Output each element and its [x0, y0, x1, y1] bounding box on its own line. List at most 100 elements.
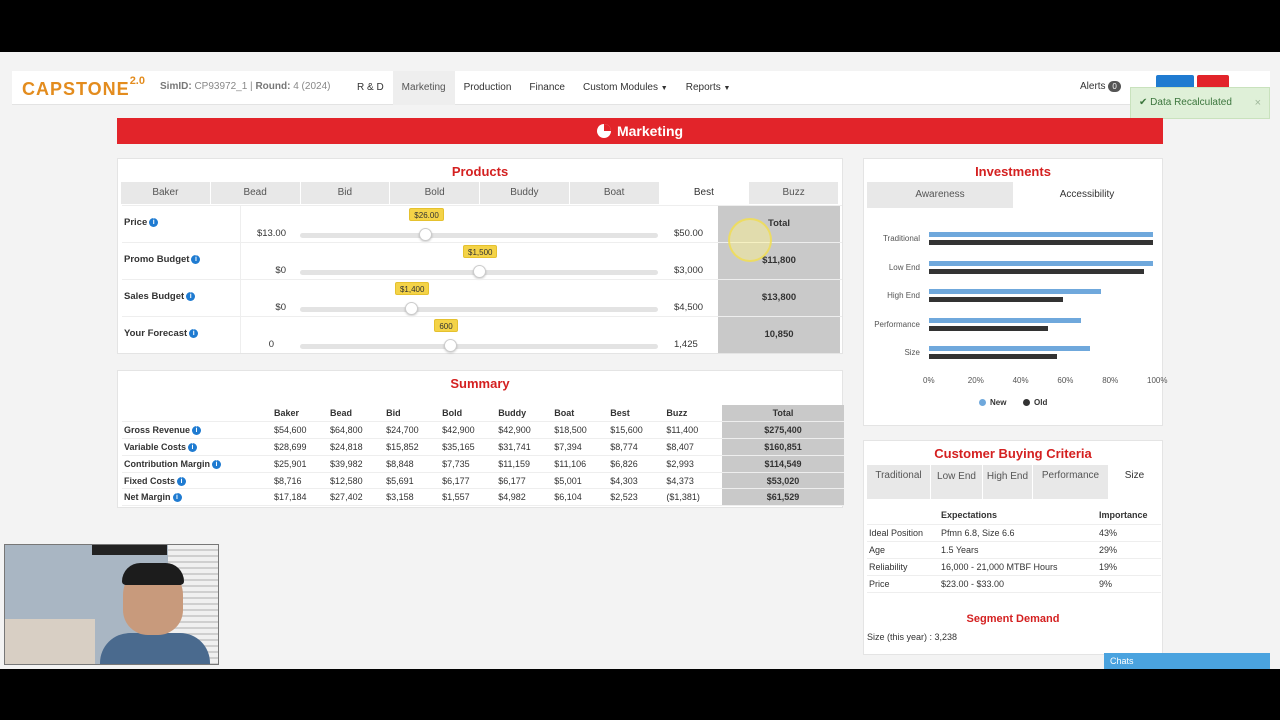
info-icon[interactable]: i — [186, 292, 196, 301]
tab-traditional[interactable]: Traditional — [867, 465, 931, 499]
caret-down-icon: ▼ — [660, 85, 668, 92]
table-cell: $8,774 — [610, 441, 638, 452]
tab-buzz[interactable]: Buzz — [749, 182, 839, 204]
criterion-label: Age — [869, 544, 886, 555]
alerts-label: Alerts — [1080, 81, 1106, 92]
table-cell: $18,500 — [554, 425, 587, 436]
bar-old — [929, 268, 1145, 274]
row-label: Contribution Margin i — [122, 455, 272, 472]
row-label: Gross Revenue i — [122, 422, 272, 439]
row-label: Variable Costs i — [122, 439, 272, 456]
column-header: Bid — [386, 408, 401, 419]
chats-widget[interactable]: Chats — [1104, 653, 1270, 669]
tab-performance[interactable]: Performance — [1033, 465, 1109, 499]
table-cell: $11,106 — [554, 458, 587, 469]
table-cell: $114,549 — [722, 455, 844, 473]
legend-item[interactable]: Old — [1023, 398, 1047, 407]
close-icon[interactable]: × — [1255, 88, 1261, 118]
table-cell: $8,716 — [274, 475, 302, 486]
nav-reports[interactable]: Reports ▼ — [677, 71, 740, 105]
tab-bid[interactable]: Bid — [300, 182, 391, 204]
bar-old — [929, 297, 1064, 302]
info-icon[interactable]: i — [189, 329, 199, 338]
tab-bead[interactable]: Bead — [210, 182, 301, 204]
info-icon[interactable]: i — [211, 459, 221, 469]
table-cell: $24,700 — [386, 425, 419, 436]
bar-old — [929, 354, 1057, 359]
tab-low-end[interactable]: Low End — [931, 465, 983, 499]
table-cell: ($1,381) — [666, 492, 700, 503]
alerts-button[interactable]: Alerts 0 — [1080, 81, 1121, 92]
sales-total: $13,800 — [718, 280, 840, 316]
tab-awareness[interactable]: Awareness — [867, 182, 1014, 208]
criterion-expectation: 1.5 Years — [941, 544, 979, 555]
info-icon[interactable]: i — [192, 426, 202, 436]
info-icon[interactable]: i — [149, 218, 159, 227]
criterion-importance: 19% — [1099, 561, 1118, 572]
tab-size[interactable]: Size — [1109, 465, 1161, 499]
table-cell: $6,826 — [610, 458, 638, 469]
forecast-min: 0 — [268, 339, 274, 350]
info-icon[interactable]: i — [188, 442, 198, 452]
table-cell: $11,159 — [498, 458, 531, 469]
sales-slider-thumb[interactable] — [404, 302, 418, 315]
info-icon[interactable]: i — [177, 476, 187, 486]
bar-new — [929, 232, 1153, 237]
nav-production[interactable]: Production — [455, 71, 521, 105]
tab-baker[interactable]: Baker — [121, 182, 211, 204]
table-row: Price $23.00 - $33.00 9% — [867, 575, 1161, 592]
nav-rd[interactable]: R & D — [348, 71, 393, 105]
tab-bold[interactable]: Bold — [390, 182, 480, 204]
tab-best[interactable]: Best — [659, 182, 750, 204]
forecast-slider-thumb[interactable] — [444, 339, 458, 352]
capstone-logo[interactable]: CAPSTONE2.0 — [22, 75, 145, 100]
tab-buddy[interactable]: Buddy — [480, 182, 570, 204]
criterion-expectation: Pfmn 6.8, Size 6.6 — [941, 527, 1015, 538]
forecast-slider[interactable] — [300, 344, 658, 349]
table-cell: $3,158 — [386, 492, 414, 503]
column-header: Bold — [442, 408, 463, 419]
criterion-expectation: $23.00 - $33.00 — [941, 578, 1005, 589]
table-cell: $39,982 — [330, 458, 363, 469]
caret-down-icon: ▼ — [723, 85, 731, 92]
criterion-expectation: 16,000 - 21,000 MTBF Hours — [941, 561, 1058, 572]
sales-budget-label: Sales Budget i — [124, 291, 196, 302]
tab-boat[interactable]: Boat — [569, 182, 660, 204]
nav-finance[interactable]: Finance — [520, 71, 574, 105]
info-icon[interactable]: i — [191, 255, 201, 264]
table-cell: $2,993 — [666, 458, 694, 469]
investments-panel: Investments Awareness Accessibility Trad… — [863, 158, 1167, 426]
column-header: Boat — [554, 408, 575, 419]
sales-max: $4,500 — [674, 302, 704, 313]
sales-budget-row: Sales Budget i $0 $1,400 $4,500 $13,800 — [122, 279, 842, 316]
x-tick-label: 60% — [1057, 376, 1074, 385]
table-cell: $5,691 — [386, 475, 414, 486]
x-tick-label: 20% — [967, 376, 984, 385]
criterion-importance: 9% — [1099, 578, 1113, 589]
tab-high-end[interactable]: High End — [983, 465, 1033, 499]
sales-budget-slider[interactable] — [300, 307, 658, 312]
price-slider-thumb[interactable] — [419, 228, 433, 241]
promo-slider-thumb[interactable] — [473, 265, 486, 278]
main-nav: R & D Marketing Production Finance Custo… — [348, 71, 739, 105]
nav-custom-modules[interactable]: Custom Modules ▼ — [574, 71, 677, 105]
row-label: Fixed Costs i — [122, 472, 272, 489]
simid-value: CP93972_1 | — [194, 81, 253, 92]
info-icon[interactable]: i — [172, 493, 182, 503]
legend-item[interactable]: New — [979, 398, 1006, 407]
table-cell: $42,900 — [442, 425, 475, 436]
forecast-total: 10,850 — [718, 317, 840, 353]
nav-marketing[interactable]: Marketing — [392, 71, 455, 105]
criterion-label: Price — [869, 578, 890, 589]
bar-new — [929, 317, 1082, 323]
table-cell: $6,104 — [554, 492, 582, 503]
tab-accessibility[interactable]: Accessibility — [1014, 182, 1161, 208]
page-title: Marketing — [616, 123, 684, 139]
price-slider[interactable] — [300, 233, 658, 238]
table-cell: $4,982 — [498, 492, 526, 503]
sales-value-tooltip: $1,400 — [394, 282, 430, 295]
simid-label: SimID: — [160, 81, 192, 92]
toast-text: Data Recalculated — [1150, 97, 1232, 108]
segment-tabs: Traditional Low End High End Performance… — [867, 465, 1161, 499]
table-row: Gross Revenue i $54,600 $64,800 $24,700 $42,9… — [122, 421, 844, 439]
